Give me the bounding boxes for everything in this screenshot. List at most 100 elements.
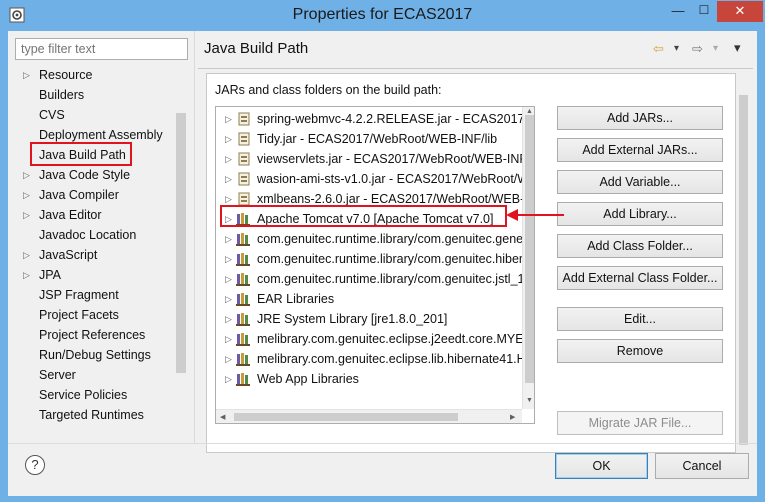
- expand-arrow-icon[interactable]: ▷: [23, 65, 33, 85]
- tree-item-label: Java Code Style: [39, 168, 131, 182]
- tree-item-label: Project Facets: [39, 308, 119, 322]
- tree-item-label: CVS: [39, 108, 65, 122]
- cancel-button[interactable]: Cancel: [655, 453, 749, 479]
- build-path-entry-label: spring-webmvc-4.2.2.RELEASE.jar - ECAS20…: [257, 112, 534, 126]
- list-vertical-thumb[interactable]: [525, 115, 534, 383]
- expand-arrow-icon[interactable]: ▷: [23, 165, 33, 185]
- build-path-entry-label: JRE System Library [jre1.8.0_201]: [257, 312, 448, 326]
- jar-icon: [236, 152, 252, 166]
- build-path-entry-label: Web App Libraries: [257, 372, 359, 386]
- annotation-arrow-icon: [506, 209, 518, 221]
- expand-arrow-icon[interactable]: ▷: [225, 309, 232, 329]
- expand-arrow-icon[interactable]: ▷: [225, 369, 232, 389]
- view-menu-icon[interactable]: ▾: [734, 40, 741, 56]
- tree-item-label: Service Policies: [39, 388, 128, 402]
- add-variable-button[interactable]: Add Variable...: [557, 170, 723, 194]
- tree-item-label: JavaScript: [39, 248, 98, 262]
- build-path-entry-label: viewservlets.jar - ECAS2017/WebRoot/WEB-…: [257, 152, 535, 166]
- library-icon: [236, 332, 252, 346]
- migrate-jar-button[interactable]: Migrate JAR File...: [557, 411, 723, 435]
- title-bar: Properties for ECAS2017 — ☐ ✕: [0, 0, 765, 32]
- build-path-entry[interactable]: ▷ spring-webmvc-4.2.2.RELEASE.jar - ECAS2…: [216, 109, 534, 129]
- window-title: Properties for ECAS2017: [292, 6, 473, 23]
- expand-arrow-icon[interactable]: ▷: [225, 329, 232, 349]
- panel-divider[interactable]: [194, 31, 195, 443]
- expand-arrow-icon[interactable]: ▷: [23, 185, 33, 205]
- page-scrollbar[interactable]: [736, 73, 751, 453]
- expand-arrow-icon[interactable]: ▷: [225, 349, 232, 369]
- library-icon: [236, 372, 252, 386]
- add-library-button[interactable]: Add Library...: [557, 202, 723, 226]
- scroll-up-icon[interactable]: ▲: [526, 108, 533, 115]
- forward-icon[interactable]: ⇨: [692, 41, 703, 57]
- library-icon: [236, 292, 252, 306]
- build-path-entry[interactable]: ▷ com.genuitec.runtime.library/com.genuit…: [216, 249, 534, 269]
- expand-arrow-icon[interactable]: ▷: [225, 129, 232, 149]
- build-path-entry[interactable]: ▷ melibrary.com.genuitec.eclipse.lib.hibe…: [216, 349, 534, 369]
- add-jars-button[interactable]: Add JARs...: [557, 106, 723, 130]
- tree-item-label: Server: [39, 368, 76, 382]
- scroll-down-icon[interactable]: ▼: [526, 397, 533, 404]
- edit-button[interactable]: Edit...: [557, 307, 723, 331]
- dialog-body: ▷ResourceBuildersCVSDeployment AssemblyJ…: [8, 31, 757, 496]
- build-path-entry[interactable]: ▷ wasion-ami-sts-v1.0.jar - ECAS2017/WebR…: [216, 169, 534, 189]
- filter-input[interactable]: [15, 38, 188, 60]
- add-class-folder-button[interactable]: Add Class Folder...: [557, 234, 723, 258]
- build-path-entry-label: melibrary.com.genuitec.eclipse.j2eedt.co…: [257, 332, 534, 346]
- ok-button[interactable]: OK: [555, 453, 648, 479]
- library-icon: [236, 312, 252, 326]
- add-external-jars-button[interactable]: Add External JARs...: [557, 138, 723, 162]
- close-button[interactable]: ✕: [717, 1, 763, 22]
- expand-arrow-icon[interactable]: ▷: [23, 205, 33, 225]
- jar-icon: [236, 112, 252, 126]
- back-icon[interactable]: ⇦: [653, 41, 664, 57]
- expand-arrow-icon[interactable]: ▷: [225, 269, 232, 289]
- tree-scrollbar[interactable]: [174, 63, 188, 455]
- list-horizontal-thumb[interactable]: [234, 413, 458, 421]
- tree-item-label: Targeted Runtimes: [39, 408, 144, 422]
- build-path-list[interactable]: ▷ Web App Libraries ▷ melibrary.com.genuite…: [215, 106, 535, 424]
- annotation-arrow-line: [514, 214, 564, 216]
- help-icon[interactable]: ?: [25, 455, 45, 475]
- tree-item-label: Javadoc Location: [39, 228, 137, 242]
- expand-arrow-icon[interactable]: ▷: [225, 289, 232, 309]
- library-icon: [236, 252, 252, 266]
- tree-item-label: JPA: [39, 268, 61, 282]
- tree-item-label: Resource: [39, 68, 93, 82]
- minimize-button[interactable]: —: [665, 3, 691, 23]
- remove-button[interactable]: Remove: [557, 339, 723, 363]
- list-horizontal-scrollbar[interactable]: ◀ ▶: [216, 409, 522, 423]
- build-path-entry[interactable]: ▷ Tidy.jar - ECAS2017/WebRoot/WEB-INF/lib: [216, 129, 522, 149]
- expand-arrow-icon[interactable]: ▷: [225, 249, 232, 269]
- tree-scrollbar-thumb[interactable]: [176, 113, 186, 373]
- forward-dropdown-icon[interactable]: ▾: [713, 43, 718, 54]
- tomcat-highlight: [220, 205, 507, 227]
- bottom-separator: [8, 443, 757, 444]
- scroll-right-icon[interactable]: ▶: [510, 413, 515, 421]
- build-path-entry[interactable]: ▷ Web App Libraries: [216, 369, 522, 389]
- expand-arrow-icon[interactable]: ▷: [23, 245, 33, 265]
- expand-arrow-icon[interactable]: ▷: [225, 149, 232, 169]
- java-build-path-highlight: [30, 142, 132, 166]
- expand-arrow-icon[interactable]: ▷: [225, 229, 232, 249]
- scroll-left-icon[interactable]: ◀: [220, 413, 225, 421]
- add-external-class-folder-button[interactable]: Add External Class Folder...: [557, 266, 723, 290]
- back-dropdown-icon[interactable]: ▾: [674, 43, 679, 54]
- build-path-entry[interactable]: ▷ com.genuitec.runtime.library/com.genuit…: [216, 269, 534, 289]
- tree-item-label: Java Compiler: [39, 188, 119, 202]
- build-path-entry[interactable]: ▷ melibrary.com.genuitec.eclipse.j2eedt.c…: [216, 329, 534, 349]
- maximize-button[interactable]: ☐: [691, 3, 717, 23]
- build-path-entry[interactable]: ▷ viewservlets.jar - ECAS2017/WebRoot/WEB…: [216, 149, 534, 169]
- build-path-entry[interactable]: ▷ EAR Libraries: [216, 289, 522, 309]
- build-path-entry[interactable]: ▷ com.genuitec.runtime.library/com.genuit…: [216, 229, 534, 249]
- expand-arrow-icon[interactable]: ▷: [23, 265, 33, 285]
- page-title: Java Build Path: [204, 40, 309, 57]
- page-scrollbar-thumb[interactable]: [739, 95, 748, 445]
- expand-arrow-icon[interactable]: ▷: [225, 169, 232, 189]
- list-vertical-scrollbar[interactable]: ▲ ▼: [522, 107, 534, 409]
- jar-icon: [236, 192, 252, 206]
- library-icon: [236, 272, 252, 286]
- libraries-panel: JARs and class folders on the build path…: [206, 73, 736, 453]
- expand-arrow-icon[interactable]: ▷: [225, 109, 232, 129]
- build-path-entry[interactable]: ▷ JRE System Library [jre1.8.0_201]: [216, 309, 522, 329]
